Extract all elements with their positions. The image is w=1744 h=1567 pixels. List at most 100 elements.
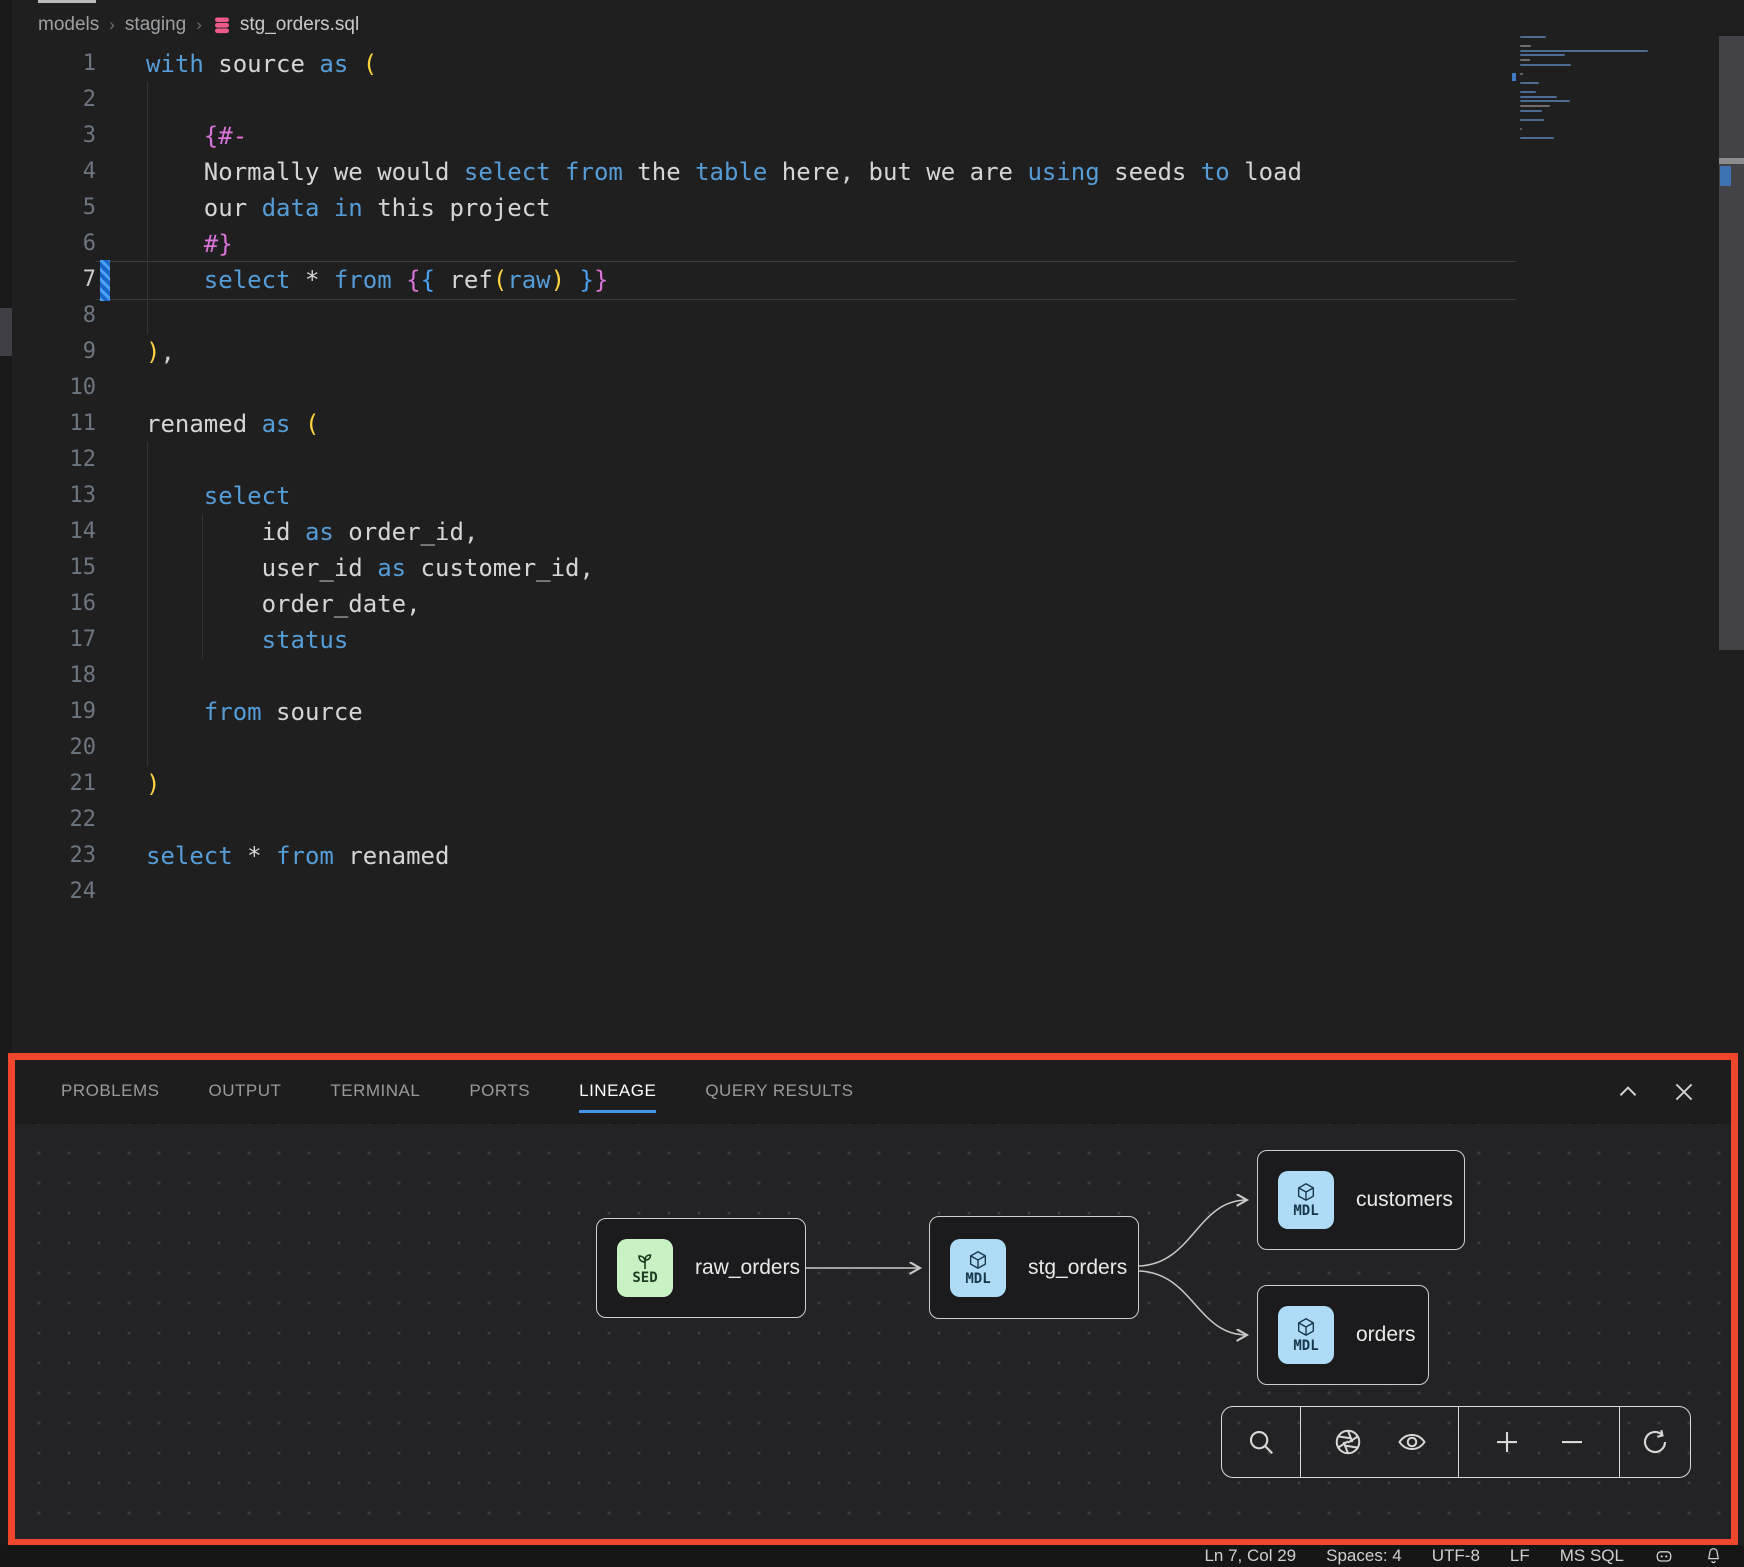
status-bar: Ln 7, Col 29 Spaces: 4 UTF-8 LF MS SQL	[0, 1545, 1744, 1567]
status-cursor-position[interactable]: Ln 7, Col 29	[1204, 1546, 1296, 1566]
minimap-line	[1520, 45, 1531, 47]
node-badge: MDL	[965, 1272, 990, 1287]
minimap-line	[1520, 137, 1554, 139]
code-line-text: select * from {{ ref(raw) }}	[146, 262, 608, 298]
minimap-line	[1520, 128, 1522, 130]
panel-tab-lineage[interactable]: LINEAGE	[579, 1071, 656, 1113]
minimap[interactable]	[1520, 36, 1700, 156]
code-line-text: {#-	[146, 118, 247, 154]
line-number: 9	[12, 334, 96, 370]
close-icon[interactable]	[1671, 1079, 1697, 1105]
code-line: 19 from source	[12, 694, 1744, 730]
code-line-text: Normally we would select from the table …	[146, 154, 1302, 190]
code-editor[interactable]: 1with source as (23 {#-4 Normally we wou…	[12, 46, 1744, 926]
seedling-icon: SED	[617, 1239, 673, 1297]
code-line: 18	[12, 658, 1744, 694]
status-indentation[interactable]: Spaces: 4	[1326, 1546, 1402, 1566]
line-number: 22	[12, 802, 96, 838]
node-badge: SED	[632, 1271, 657, 1286]
code-line-text: from source	[146, 694, 363, 730]
indent-guide	[147, 298, 148, 334]
line-number: 23	[12, 838, 96, 874]
line-number: 16	[12, 586, 96, 622]
breadcrumb-separator: ›	[109, 15, 115, 35]
code-line: 21)	[12, 766, 1744, 802]
breadcrumb-separator: ›	[196, 15, 202, 35]
code-line: 5 our data in this project	[12, 190, 1744, 226]
minimap-line	[1520, 105, 1550, 107]
line-number: 14	[12, 514, 96, 550]
plus-icon[interactable]	[1490, 1425, 1524, 1459]
minimap-line	[1520, 91, 1536, 93]
eye-icon[interactable]	[1395, 1425, 1429, 1459]
code-line: 2	[12, 82, 1744, 118]
breadcrumb-file[interactable]: stg_orders.sql	[212, 14, 359, 36]
code-line-text: our data in this project	[146, 190, 551, 226]
line-number: 17	[12, 622, 96, 658]
lineage-node-stg-orders[interactable]: MDL stg_orders	[929, 1216, 1139, 1319]
lineage-node-customers[interactable]: MDL customers	[1257, 1150, 1465, 1250]
chevron-up-icon[interactable]	[1615, 1079, 1641, 1105]
code-line: 17 status	[12, 622, 1744, 658]
breadcrumb-item-staging[interactable]: staging	[125, 14, 186, 36]
search-icon[interactable]	[1244, 1425, 1278, 1459]
copilot-icon[interactable]	[1654, 1546, 1674, 1566]
breadcrumb-item-models[interactable]: models	[38, 14, 99, 36]
line-number: 11	[12, 406, 96, 442]
minimap-line	[1520, 96, 1557, 98]
cube-icon: MDL	[1278, 1306, 1334, 1364]
code-line: 3 {#-	[12, 118, 1744, 154]
code-line-text: status	[146, 622, 348, 658]
line-number: 18	[12, 658, 96, 694]
left-rail-thumb[interactable]	[0, 308, 12, 356]
minimap-line	[1520, 73, 1523, 75]
lineage-node-orders[interactable]: MDL orders	[1257, 1285, 1429, 1385]
node-label: customers	[1356, 1188, 1453, 1212]
panel-tab-problems[interactable]: PROBLEMS	[61, 1071, 159, 1113]
code-line-text: ),	[146, 334, 175, 370]
indent-guide	[147, 442, 148, 478]
minimap-line	[1520, 54, 1565, 56]
code-line: 15 user_id as customer_id,	[12, 550, 1744, 586]
toolbar-group-view	[1300, 1407, 1459, 1477]
minimap-line	[1520, 50, 1648, 52]
bell-icon[interactable]	[1704, 1546, 1724, 1566]
line-number: 2	[12, 82, 96, 118]
code-line-text: user_id as customer_id,	[146, 550, 594, 586]
panel-tab-terminal[interactable]: TERMINAL	[330, 1071, 420, 1113]
minimap-line	[1520, 59, 1530, 61]
cube-icon: MDL	[1278, 1171, 1334, 1229]
panel-actions	[1615, 1060, 1697, 1124]
code-line: 11renamed as (	[12, 406, 1744, 442]
tab-focus-border	[38, 0, 96, 3]
status-language-mode[interactable]: MS SQL	[1560, 1546, 1624, 1566]
indent-guide	[147, 658, 148, 694]
lineage-toolbar	[1221, 1406, 1691, 1478]
line-number: 15	[12, 550, 96, 586]
scrollbar[interactable]	[1719, 36, 1744, 650]
toolbar-group-zoom	[1458, 1407, 1619, 1477]
node-label: orders	[1356, 1323, 1416, 1347]
refresh-icon[interactable]	[1638, 1425, 1672, 1459]
minimap-line	[1520, 119, 1544, 121]
panel-tab-ports[interactable]: PORTS	[469, 1071, 530, 1113]
bottom-panel-annotated: PROBLEMS OUTPUT TERMINAL PORTS LINEAGE QUERY …	[8, 1053, 1738, 1546]
lineage-canvas[interactable]: SED raw_orders MDL stg_orders	[15, 1124, 1731, 1539]
status-eol[interactable]: LF	[1510, 1546, 1530, 1566]
code-line: 10	[12, 370, 1744, 406]
code-line: 7 select * from {{ ref(raw) }}	[12, 262, 1744, 298]
vscode-window: models › staging › stg_orders.sql 1with …	[0, 0, 1744, 1567]
indent-guide	[147, 730, 148, 766]
minus-icon[interactable]	[1555, 1425, 1589, 1459]
line-number: 12	[12, 442, 96, 478]
code-line: 23select * from renamed	[12, 838, 1744, 874]
panel-tab-output[interactable]: OUTPUT	[208, 1071, 281, 1113]
panel-tab-query-results[interactable]: QUERY RESULTS	[705, 1071, 853, 1113]
line-number: 4	[12, 154, 96, 190]
aperture-icon[interactable]	[1331, 1425, 1365, 1459]
status-encoding[interactable]: UTF-8	[1432, 1546, 1480, 1566]
lineage-node-raw-orders[interactable]: SED raw_orders	[596, 1218, 806, 1318]
line-number: 1	[12, 46, 96, 82]
code-line: 14 id as order_id,	[12, 514, 1744, 550]
code-line: 1with source as (	[12, 46, 1744, 82]
